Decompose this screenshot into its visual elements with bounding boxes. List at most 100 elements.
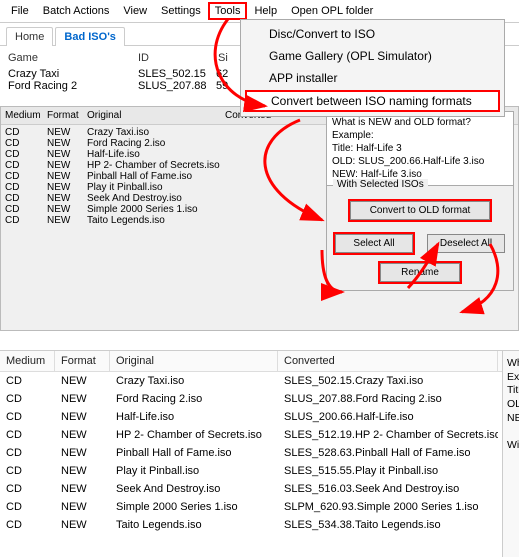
cell-format: NEW [47, 149, 87, 160]
table-row[interactable]: CDNEWHP 2- Chamber of Secrets.isoSLES_51… [0, 426, 502, 444]
menu-help[interactable]: Help [247, 2, 284, 20]
table-row[interactable]: CDNEWFord Racing 2.isoSLUS_207.88.Ford R… [0, 390, 502, 408]
info-line: NEW: [507, 412, 519, 426]
dd-disc-convert[interactable]: Disc/Convert to ISO [241, 23, 504, 45]
cell-medium: CD [0, 444, 55, 462]
cell-original: Simple 2000 Series 1.iso [87, 204, 225, 215]
col-format: Format [47, 110, 87, 121]
cell-medium: CD [5, 182, 47, 193]
info-line: What is NEW and OLD format? [332, 116, 508, 129]
cell-id: SLUS_207.88 [138, 80, 216, 92]
tab-bad-isos[interactable]: Bad ISO's [55, 27, 125, 46]
cell-converted [225, 149, 315, 160]
cell-converted [225, 215, 315, 226]
cell-converted: SLUS_200.66.Half-Life.iso [278, 408, 498, 426]
cell-game: Crazy Taxi [8, 68, 138, 80]
col-medium[interactable]: Medium [0, 351, 55, 371]
deselect-all-button[interactable]: Deselect All [427, 234, 505, 253]
cell-format: NEW [47, 127, 87, 138]
menu-file[interactable]: File [4, 2, 36, 20]
tools-dropdown: Disc/Convert to ISO Game Gallery (OPL Si… [240, 19, 505, 117]
cell-converted: SLES_516.03.Seek And Destroy.iso [278, 480, 498, 498]
cell-converted: SLES_534.38.Taito Legends.iso [278, 516, 498, 534]
cell-format: NEW [47, 215, 87, 226]
cell-format: NEW [55, 372, 110, 390]
cell-medium: CD [5, 160, 47, 171]
cell-medium: CD [0, 498, 55, 516]
cell-converted [225, 160, 315, 171]
menu-batch[interactable]: Batch Actions [36, 2, 117, 20]
cell-format: NEW [47, 193, 87, 204]
cell-converted: SLES_502.15.Crazy Taxi.iso [278, 372, 498, 390]
table-row[interactable]: CDNEWPinball Hall of Fame.isoSLES_528.63… [0, 444, 502, 462]
table-row[interactable]: CDNEWCrazy Taxi.isoSLES_502.15.Crazy Tax… [0, 372, 502, 390]
cell-original: Taito Legends.iso [110, 516, 278, 534]
tab-home[interactable]: Home [6, 27, 53, 46]
cell-converted: SLPM_620.93.Simple 2000 Series 1.iso [278, 498, 498, 516]
cell-format: NEW [55, 516, 110, 534]
dd-convert-naming[interactable]: Convert between ISO naming formats [245, 90, 500, 112]
cell-format: NEW [47, 171, 87, 182]
cell-medium: CD [0, 462, 55, 480]
cell-converted: SLES_512.19.HP 2- Chamber of Secrets.iso [278, 426, 498, 444]
cell-medium: CD [0, 408, 55, 426]
dd-game-gallery[interactable]: Game Gallery (OPL Simulator) [241, 45, 504, 67]
cell-original: Ford Racing 2.iso [110, 390, 278, 408]
dd-app-installer[interactable]: APP installer [241, 67, 504, 89]
col-converted[interactable]: Converted [278, 351, 498, 371]
cell-converted [225, 193, 315, 204]
cell-medium: CD [5, 193, 47, 204]
convert-old-button[interactable]: Convert to OLD format [350, 201, 490, 220]
cell-medium: CD [5, 215, 47, 226]
cell-original: Pinball Hall of Fame.iso [110, 444, 278, 462]
cell-medium: CD [5, 171, 47, 182]
info-box: What is NEW and OLD format? Example: Tit… [326, 111, 514, 186]
cell-original: Crazy Taxi.iso [87, 127, 225, 138]
col-medium: Medium [5, 110, 47, 121]
cell-converted: SLES_528.63.Pinball Hall of Fame.iso [278, 444, 498, 462]
info-line: OLD: SLUS_200.66.Half-Life 3.iso [332, 155, 508, 168]
cell-original: Taito Legends.iso [87, 215, 225, 226]
cell-format: NEW [47, 138, 87, 149]
select-all-button[interactable]: Select All [335, 234, 413, 253]
info-line: What i [507, 357, 519, 371]
cell-original: Crazy Taxi.iso [110, 372, 278, 390]
cell-format: NEW [55, 480, 110, 498]
table-row[interactable]: CDNEWSimple 2000 Series 1.isoSLPM_620.93… [0, 498, 502, 516]
info-line: Exam [507, 371, 519, 385]
cell-medium: CD [0, 516, 55, 534]
rename-button[interactable]: Rename [380, 263, 460, 282]
cell-format: NEW [55, 444, 110, 462]
iso-table-panel: Medium Format Original Converted CDNEWCr… [0, 106, 519, 331]
cell-medium: CD [0, 426, 55, 444]
cell-converted: SLES_515.55.Play it Pinball.iso [278, 462, 498, 480]
cell-original: Ford Racing 2.iso [87, 138, 225, 149]
cell-original: HP 2- Chamber of Secrets.iso [87, 160, 225, 171]
cell-id: SLES_502.15 [138, 68, 216, 80]
table-row[interactable]: CDNEWPlay it Pinball.isoSLES_515.55.Play… [0, 462, 502, 480]
col-game: Game [8, 52, 138, 64]
table-row[interactable]: CDNEWSeek And Destroy.isoSLES_516.03.See… [0, 480, 502, 498]
table-row[interactable]: CDNEWHalf-Life.isoSLUS_200.66.Half-Life.… [0, 408, 502, 426]
cell-original: Seek And Destroy.iso [110, 480, 278, 498]
info-line: Example: [332, 129, 508, 142]
menu-view[interactable]: View [116, 2, 154, 20]
col-format[interactable]: Format [55, 351, 110, 371]
cell-converted [225, 182, 315, 193]
cell-medium: CD [5, 127, 47, 138]
col-original[interactable]: Original [110, 351, 278, 371]
info-line: OLD: S [507, 398, 519, 412]
menu-tools[interactable]: Tools [208, 2, 248, 20]
cell-format: NEW [55, 462, 110, 480]
cell-medium: CD [5, 204, 47, 215]
side-info-clipped: What i Exam Title: H OLD: S NEW: With S [502, 351, 519, 557]
cell-format: NEW [55, 426, 110, 444]
info-line: Title: H [507, 384, 519, 398]
cell-original: Half-Life.iso [87, 149, 225, 160]
cell-original: HP 2- Chamber of Secrets.iso [110, 426, 278, 444]
cell-format: NEW [55, 498, 110, 516]
group-title: With Selected ISOs [333, 179, 428, 190]
table-row[interactable]: CDNEWTaito Legends.isoSLES_534.38.Taito … [0, 516, 502, 534]
menu-open-opl[interactable]: Open OPL folder [284, 2, 380, 20]
menu-settings[interactable]: Settings [154, 2, 208, 20]
